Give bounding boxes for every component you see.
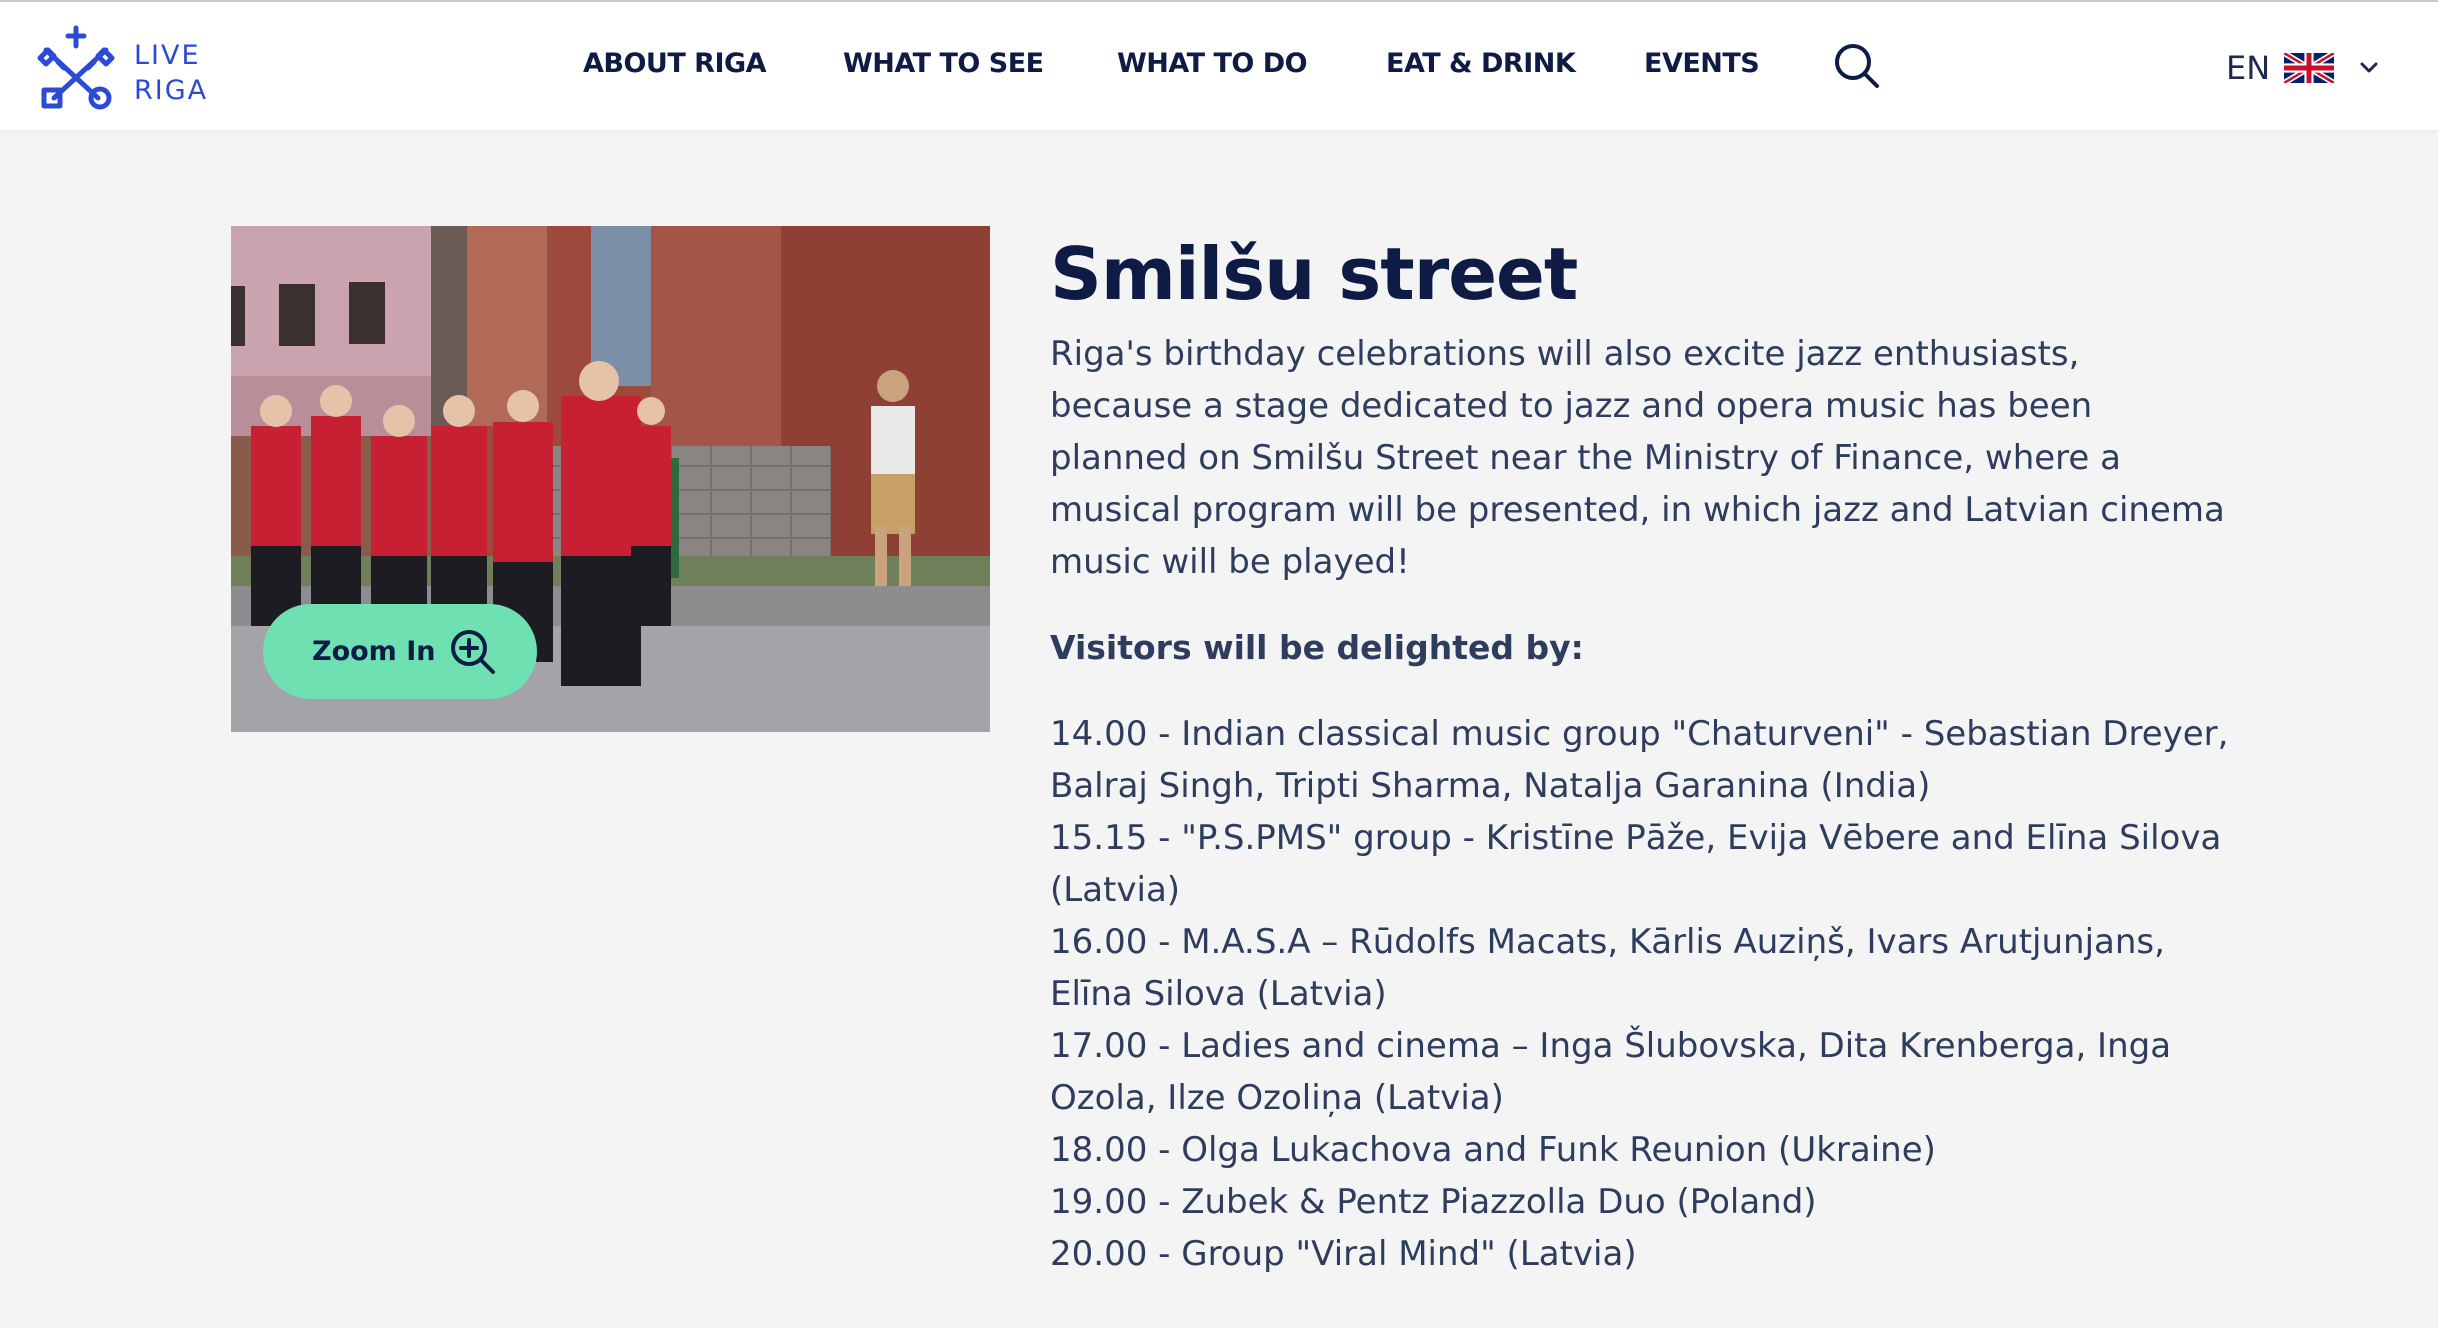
logo-text: LIVE RIGA <box>134 38 208 108</box>
logo-line-2: RIGA <box>134 75 209 106</box>
program-heading: Visitors will be delighted by: <box>1050 628 1584 667</box>
zoom-in-label: Zoom In <box>312 636 436 667</box>
nav-what-to-see[interactable]: WHAT TO SEE <box>843 48 1044 79</box>
nav-eat-drink[interactable]: EAT & DRINK <box>1386 48 1576 79</box>
program-item: 17.00 - Ladies and cinema – Inga Šlubovs… <box>1050 1026 2172 1118</box>
language-selector[interactable]: EN <box>2226 46 2378 90</box>
uk-flag-icon <box>2284 53 2335 83</box>
article-content: Smilšu street Riga's birthday celebratio… <box>1050 226 2230 1280</box>
program-item: 16.00 - M.A.S.A – Rūdolfs Macats, Kārlis… <box>1050 922 2165 1014</box>
nav-what-to-do[interactable]: WHAT TO DO <box>1117 48 1308 79</box>
zoom-in-icon <box>451 629 496 674</box>
site-header: LIVE RIGA ABOUT RIGA WHAT TO SEE WHAT TO… <box>0 2 2438 130</box>
zoom-in-button[interactable]: Zoom In <box>263 604 537 699</box>
program-item: 14.00 - Indian classical music group "Ch… <box>1050 714 2229 806</box>
program-item: 15.15 - "P.S.PMS" group - Kristīne Pāže,… <box>1050 818 2222 910</box>
search-button[interactable] <box>1833 42 1881 90</box>
nav-about-riga[interactable]: ABOUT RIGA <box>583 48 767 79</box>
program-item: 19.00 - Zubek & Pentz Piazzolla Duo (Pol… <box>1050 1182 1817 1222</box>
live-riga-logo[interactable]: LIVE RIGA <box>34 24 224 112</box>
page-title: Smilšu street <box>1050 232 1578 316</box>
language-code: EN <box>2226 49 2271 87</box>
program-item: 20.00 - Group "Viral Mind" (Latvia) <box>1050 1234 1637 1274</box>
program-item: 18.00 - Olga Lukachova and Funk Reunion … <box>1050 1130 1936 1170</box>
logo-line-1: LIVE <box>134 40 201 71</box>
article-intro: Riga's birthday celebrations will also e… <box>1050 334 2225 582</box>
riga-keys-icon <box>37 25 115 110</box>
article-photo[interactable]: Zoom In <box>231 226 990 732</box>
program-list: 14.00 - Indian classical music group "Ch… <box>1050 708 2230 1280</box>
search-icon <box>1835 44 1879 88</box>
chevron-down-icon <box>2360 62 2378 73</box>
nav-events[interactable]: EVENTS <box>1644 48 1760 79</box>
